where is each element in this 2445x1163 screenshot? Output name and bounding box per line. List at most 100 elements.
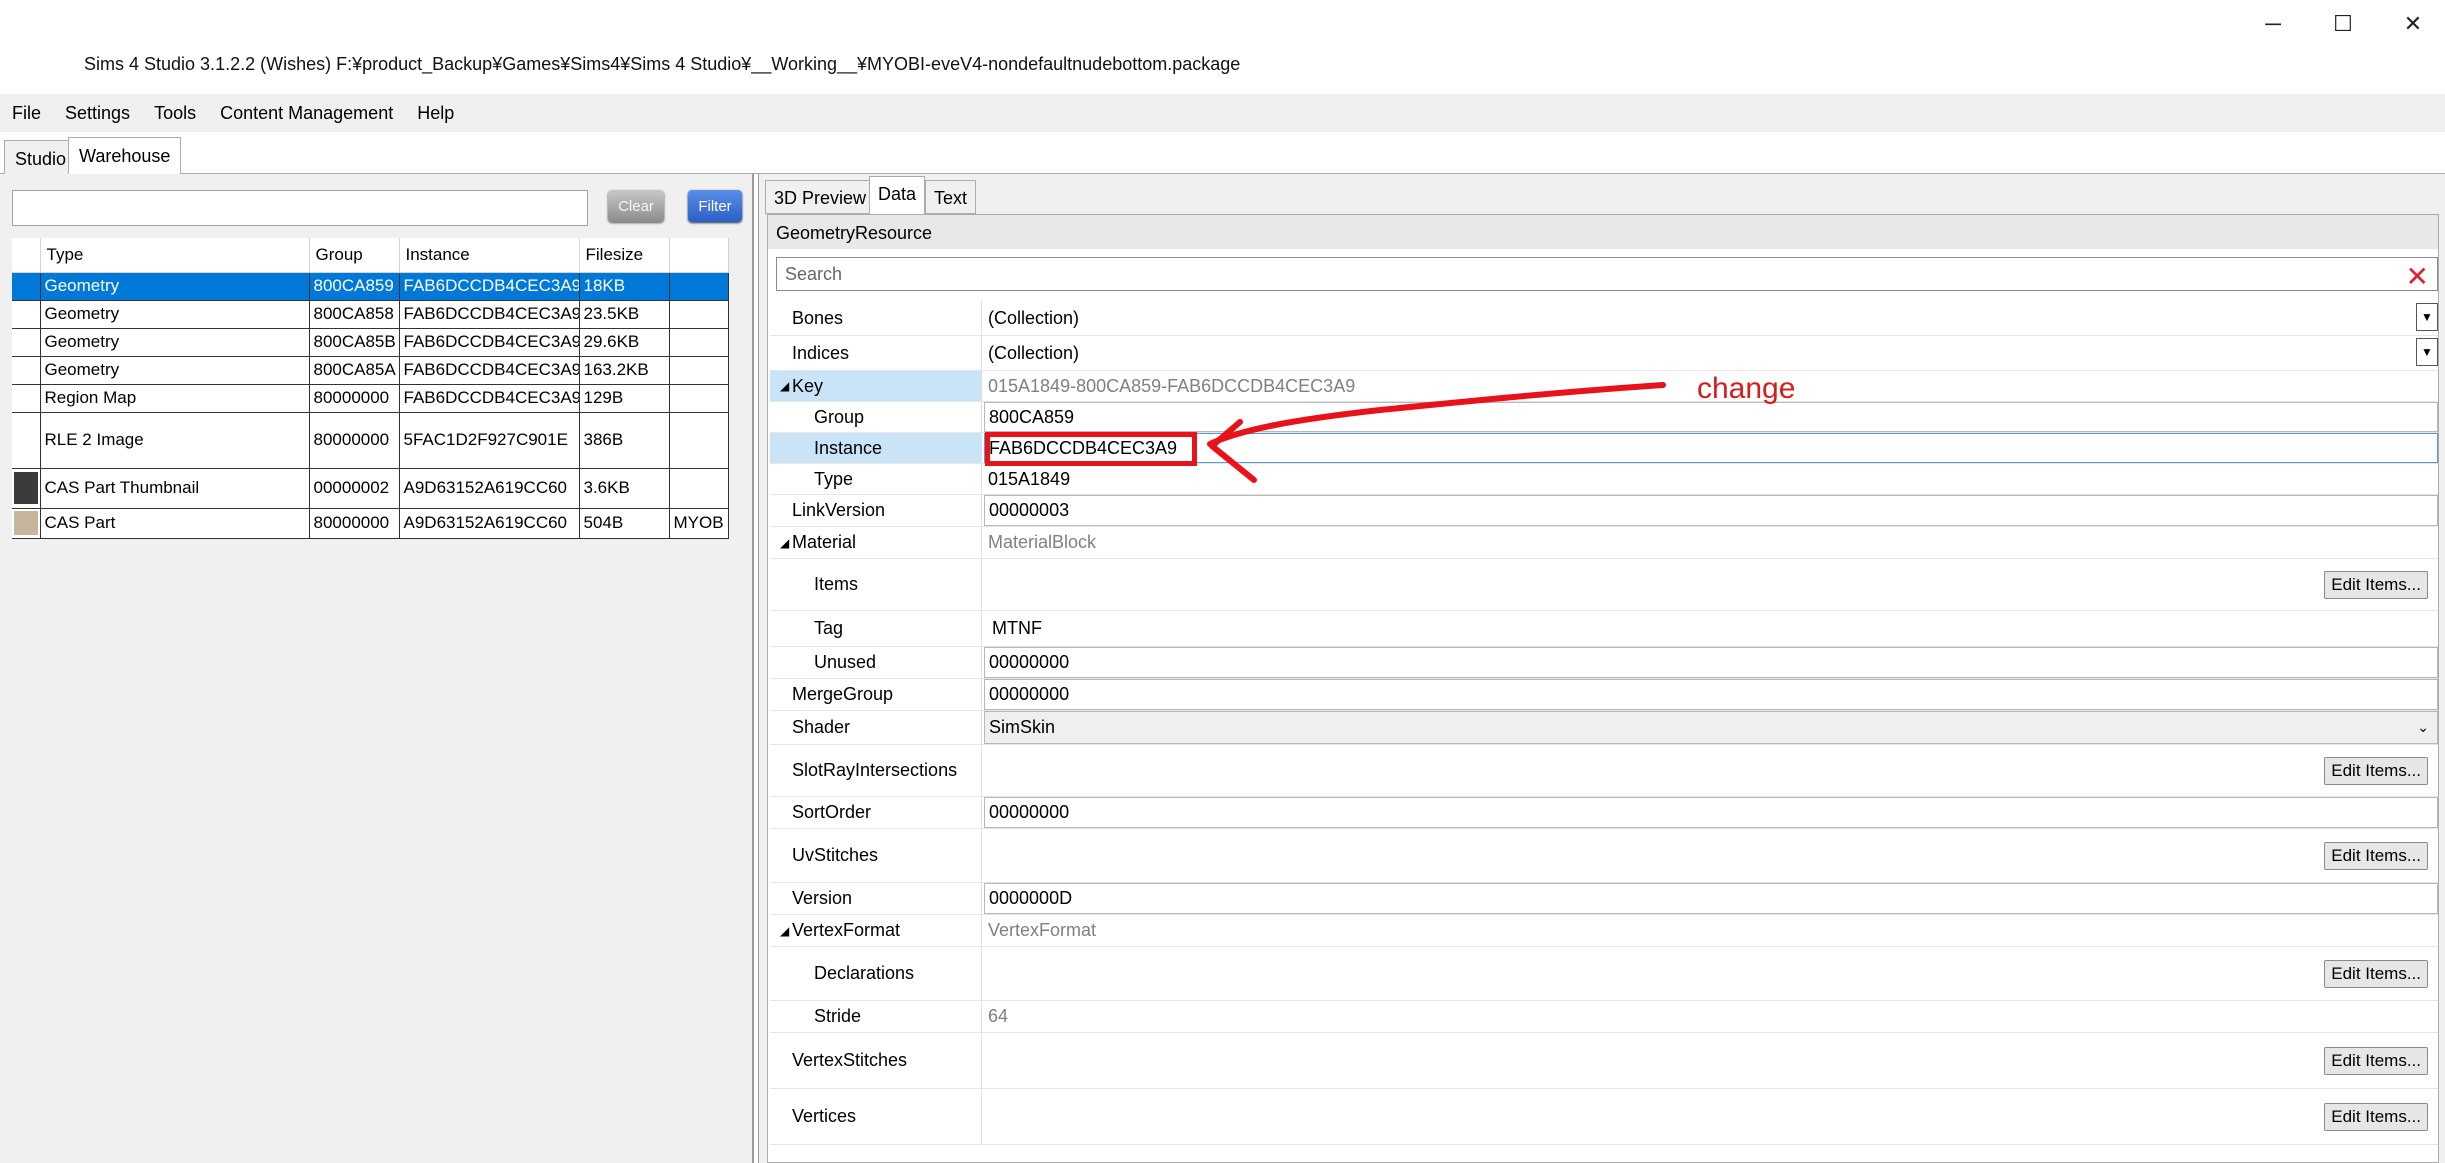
edit-items-button[interactable]: Edit Items... (2324, 959, 2428, 988)
collapse-triangle-icon[interactable]: ◢ (780, 924, 789, 938)
prop-type: Type 015A1849 (770, 464, 2438, 495)
resource-table: Type Group Instance Filesize Geometry 80… (12, 238, 729, 539)
prop-stride: Stride 64 (770, 1001, 2438, 1033)
prop-declarations: Declarations Edit Items... (770, 947, 2438, 1001)
prop-label: Type (770, 464, 982, 494)
chevron-down-icon[interactable]: ▼ (2416, 338, 2438, 366)
minimize-button[interactable]: ─ (2238, 4, 2308, 44)
tab-studio[interactable]: Studio (4, 140, 78, 174)
prop-value: Edit Items... (984, 745, 2438, 796)
main-tab-bar: Studio Warehouse (0, 137, 2445, 175)
prop-label: Unused (770, 647, 982, 678)
property-grid: GeometryResource Search ✕ Bones (Collect… (767, 214, 2439, 1163)
tab-warehouse[interactable]: Warehouse (68, 137, 182, 175)
prop-bones: Bones (Collection) ▼ (770, 301, 2438, 336)
prop-value[interactable]: (Collection) ▼ (984, 336, 2438, 370)
cell-instance: FAB6DCCDB4CEC3A9 (399, 355, 580, 385)
edit-items-button[interactable]: Edit Items... (2324, 1046, 2428, 1075)
prop-value[interactable]: 015A1849 (984, 464, 2438, 494)
shader-select[interactable]: SimSkin ⌄ (984, 711, 2438, 744)
cell-type: CAS Part (40, 507, 310, 539)
cell-instance: FAB6DCCDB4CEC3A9 (399, 299, 580, 329)
table-row[interactable]: Geometry 800CA85A FAB6DCCDB4CEC3A9 163.2… (12, 355, 729, 385)
prop-label: Shader (770, 711, 982, 744)
edit-items-button[interactable]: Edit Items... (2324, 756, 2428, 785)
menu-help[interactable]: Help (405, 103, 466, 124)
chevron-down-icon[interactable]: ▼ (2416, 303, 2438, 331)
prop-value[interactable]: (Collection) ▼ (984, 301, 2438, 335)
property-search-input[interactable]: Search ✕ (776, 257, 2438, 293)
collapse-triangle-icon[interactable]: ◢ (780, 379, 789, 393)
collapse-triangle-icon[interactable]: ◢ (780, 536, 789, 550)
prop-label: MergeGroup (770, 679, 982, 710)
prop-indices: Indices (Collection) ▼ (770, 336, 2438, 371)
prop-label: Version (770, 883, 982, 914)
tab-3d-preview[interactable]: 3D Preview (765, 180, 876, 214)
cell-extra (669, 327, 729, 357)
column-header-extra (669, 238, 729, 273)
prop-label[interactable]: ◢ VertexFormat (770, 915, 982, 946)
resource-search-input[interactable] (12, 190, 588, 226)
row-thumbnail (12, 467, 41, 509)
prop-vertexstitches: VertexStitches Edit Items... (770, 1033, 2438, 1089)
menu-tools[interactable]: Tools (142, 103, 208, 124)
edit-items-button[interactable]: Edit Items... (2324, 570, 2428, 599)
cell-type: Geometry (40, 327, 310, 357)
prop-label[interactable]: ◢ Key (770, 371, 982, 401)
menu-settings[interactable]: Settings (53, 103, 142, 124)
prop-label: UvStitches (770, 829, 982, 882)
clear-button[interactable]: Clear (608, 190, 664, 222)
cas-part-swatch (13, 511, 38, 535)
resource-detail-panel: 3D Preview Data Text GeometryResource Se… (758, 174, 2445, 1163)
instance-field[interactable]: FAB6DCCDB4CEC3A9 (984, 433, 2438, 463)
prop-value[interactable]: 00000000 (984, 647, 2438, 678)
menu-file[interactable]: File (0, 103, 53, 124)
cell-filesize: 23.5KB (579, 299, 670, 329)
cell-extra (669, 271, 729, 301)
menu-content-management[interactable]: Content Management (208, 103, 405, 124)
prop-vertices: Vertices Edit Items... (770, 1089, 2438, 1145)
maximize-button[interactable]: ☐ (2308, 4, 2378, 44)
cas-thumbnail-image (13, 472, 38, 504)
cell-type: Geometry (40, 271, 310, 301)
prop-group: Group 800CA859 (770, 402, 2438, 433)
cell-type: CAS Part Thumbnail (40, 467, 310, 509)
prop-value[interactable]: 800CA859 (984, 402, 2438, 432)
prop-value[interactable]: 0000000D (984, 883, 2438, 914)
cell-group: 800CA85B (309, 327, 400, 357)
table-row[interactable]: Geometry 800CA85B FAB6DCCDB4CEC3A9 29.6K… (12, 327, 729, 357)
table-row[interactable]: RLE 2 Image 80000000 5FAC1D2F927C901E 38… (12, 411, 729, 469)
column-header-type[interactable]: Type (40, 238, 310, 273)
table-row[interactable]: CAS Part Thumbnail 00000002 A9D63152A619… (12, 467, 729, 509)
prop-value[interactable]: 00000000 (984, 679, 2438, 710)
prop-label: Vertices (770, 1089, 982, 1144)
filter-button[interactable]: Filter (688, 190, 742, 222)
tab-text[interactable]: Text (925, 180, 977, 214)
cell-group: 80000000 (309, 507, 400, 539)
tab-data[interactable]: Data (869, 176, 926, 214)
table-row[interactable]: CAS Part 80000000 A9D63152A619CC60 504B … (12, 507, 729, 539)
prop-label: Instance (770, 433, 982, 463)
table-row[interactable]: Geometry 800CA859 FAB6DCCDB4CEC3A9 18KB (12, 271, 729, 301)
prop-label[interactable]: ◢ Material (770, 527, 982, 558)
cell-instance: A9D63152A619CC60 (399, 467, 580, 509)
clear-search-icon[interactable]: ✕ (2406, 260, 2429, 293)
chevron-down-icon: ⌄ (2417, 719, 2429, 735)
table-header: Type Group Instance Filesize (12, 238, 729, 273)
column-header-instance[interactable]: Instance (399, 238, 580, 273)
table-row[interactable]: Region Map 80000000 FAB6DCCDB4CEC3A9 129… (12, 383, 729, 413)
prop-value[interactable]: 00000000 (984, 797, 2438, 828)
prop-value[interactable]: 00000003 (984, 495, 2438, 526)
prop-value[interactable]: MTNF (984, 611, 2438, 646)
column-header-group[interactable]: Group (309, 238, 400, 273)
table-row[interactable]: Geometry 800CA858 FAB6DCCDB4CEC3A9 23.5K… (12, 299, 729, 329)
row-thumbnail (12, 411, 41, 469)
edit-items-button[interactable]: Edit Items... (2324, 1102, 2428, 1131)
prop-value: VertexFormat (988, 920, 1097, 940)
close-button[interactable]: ✕ (2378, 4, 2445, 44)
edit-items-button[interactable]: Edit Items... (2324, 841, 2428, 870)
column-header-filesize[interactable]: Filesize (579, 238, 670, 273)
annotation-text: change (1697, 372, 1796, 405)
prop-label: SortOrder (770, 797, 982, 828)
cell-filesize: 163.2KB (579, 355, 670, 385)
